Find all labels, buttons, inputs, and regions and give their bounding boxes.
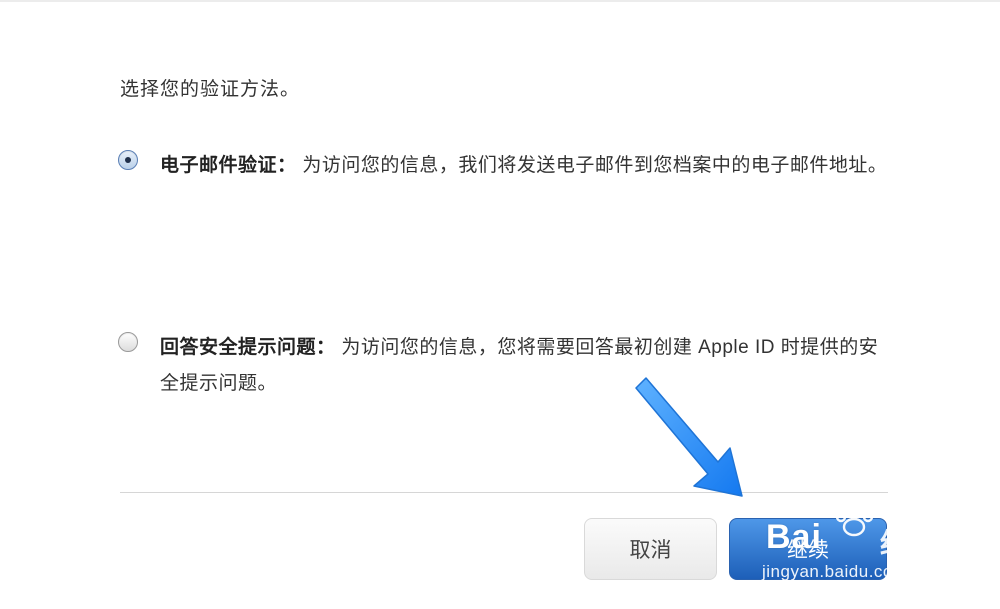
watermark-url: jingyan.baidu.com (762, 562, 908, 581)
security-option-title: 回答安全提示问题 (160, 337, 317, 358)
watermark-brand: Bai (766, 518, 822, 556)
watermark-jingyan: 经验 (880, 528, 937, 559)
top-divider (0, 0, 1000, 2)
verification-prompt: 选择您的验证方法。 (120, 79, 301, 100)
email-radio-button[interactable] (118, 150, 138, 170)
email-option-title: 电子邮件验证 (160, 155, 278, 176)
footer-divider (120, 492, 888, 493)
email-option-description: 为访问您的信息，我们将发送电子邮件到您档案中的电子邮件地址。 (302, 155, 888, 176)
security-option-separator: ： (316, 337, 336, 358)
email-option-text: 电子邮件验证： 为访问您的信息，我们将发送电子邮件到您档案中的电子邮件地址。 (160, 148, 890, 184)
baidu-watermark: Bai 经验 jingyan.baidu.com (740, 496, 995, 596)
radio-selected-dot (125, 157, 131, 163)
security-option-text: 回答安全提示问题： 为访问您的信息，您将需要回答最初创建 Apple ID 时提… (160, 330, 890, 402)
email-option-separator: ： (277, 155, 297, 176)
security-radio-button[interactable] (118, 332, 138, 352)
cancel-button[interactable]: 取消 (584, 518, 717, 580)
baidu-paw-icon (835, 502, 874, 537)
